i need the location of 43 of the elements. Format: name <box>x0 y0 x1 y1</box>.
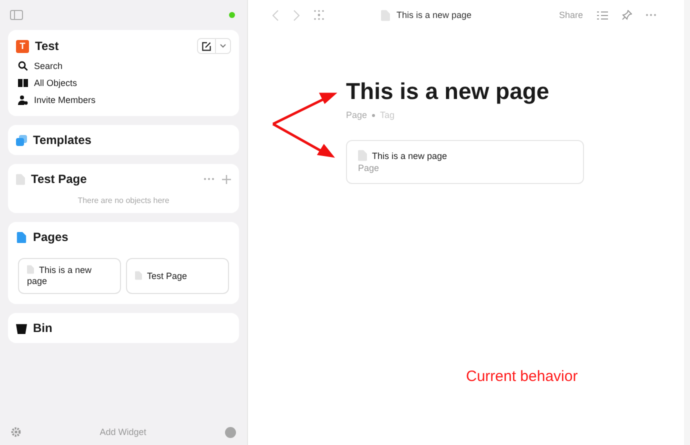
book-icon <box>18 78 28 88</box>
document-icon <box>135 270 142 280</box>
document-icon <box>16 232 27 242</box>
widget-title[interactable]: Pages <box>33 230 68 244</box>
widget-title[interactable]: Bin <box>33 321 52 335</box>
edit-icon <box>202 42 211 50</box>
widget-title[interactable]: Test Page <box>31 172 87 186</box>
pin-icon[interactable] <box>622 10 632 20</box>
document-icon <box>358 150 367 161</box>
new-object-button[interactable] <box>197 38 231 54</box>
search-icon <box>18 60 28 70</box>
forward-icon[interactable] <box>293 10 300 20</box>
link-title: This is a new page <box>372 150 448 160</box>
page-card[interactable]: Test Page <box>126 258 229 294</box>
list-icon[interactable] <box>597 10 608 20</box>
person-icon <box>18 94 28 104</box>
nav-item[interactable]: Search <box>34 60 63 70</box>
page-card[interactable]: This is a new page <box>18 258 121 294</box>
sidebar-toggle-icon[interactable] <box>10 10 23 20</box>
templates-icon <box>16 134 27 146</box>
space-avatar: T <box>16 40 29 52</box>
status-dot <box>229 12 235 18</box>
document-icon <box>16 174 25 184</box>
bin-icon <box>16 322 27 334</box>
nav-item[interactable]: Invite Members <box>34 94 96 104</box>
annotation-text: Current behavior <box>466 368 578 385</box>
document-icon <box>381 10 390 20</box>
add-icon[interactable] <box>222 174 231 184</box>
breadcrumb[interactable]: This is a new page <box>396 10 472 20</box>
empty-message: There are no objects here <box>76 196 170 205</box>
space-name[interactable]: Test <box>35 39 191 53</box>
link-type: Page <box>358 163 380 173</box>
widget-title[interactable]: Templates <box>33 133 92 147</box>
page-title[interactable]: This is a new page <box>346 77 684 105</box>
nav-item[interactable]: All Objects <box>34 78 78 88</box>
settings-icon[interactable] <box>11 427 21 437</box>
object-type: Page <box>346 110 368 120</box>
document-icon <box>27 265 34 274</box>
separator-dot <box>372 114 376 116</box>
link-card[interactable]: This is a new page Page <box>346 140 584 184</box>
caret-icon <box>220 44 226 48</box>
back-icon[interactable] <box>272 10 279 20</box>
graph-icon[interactable] <box>314 10 324 20</box>
